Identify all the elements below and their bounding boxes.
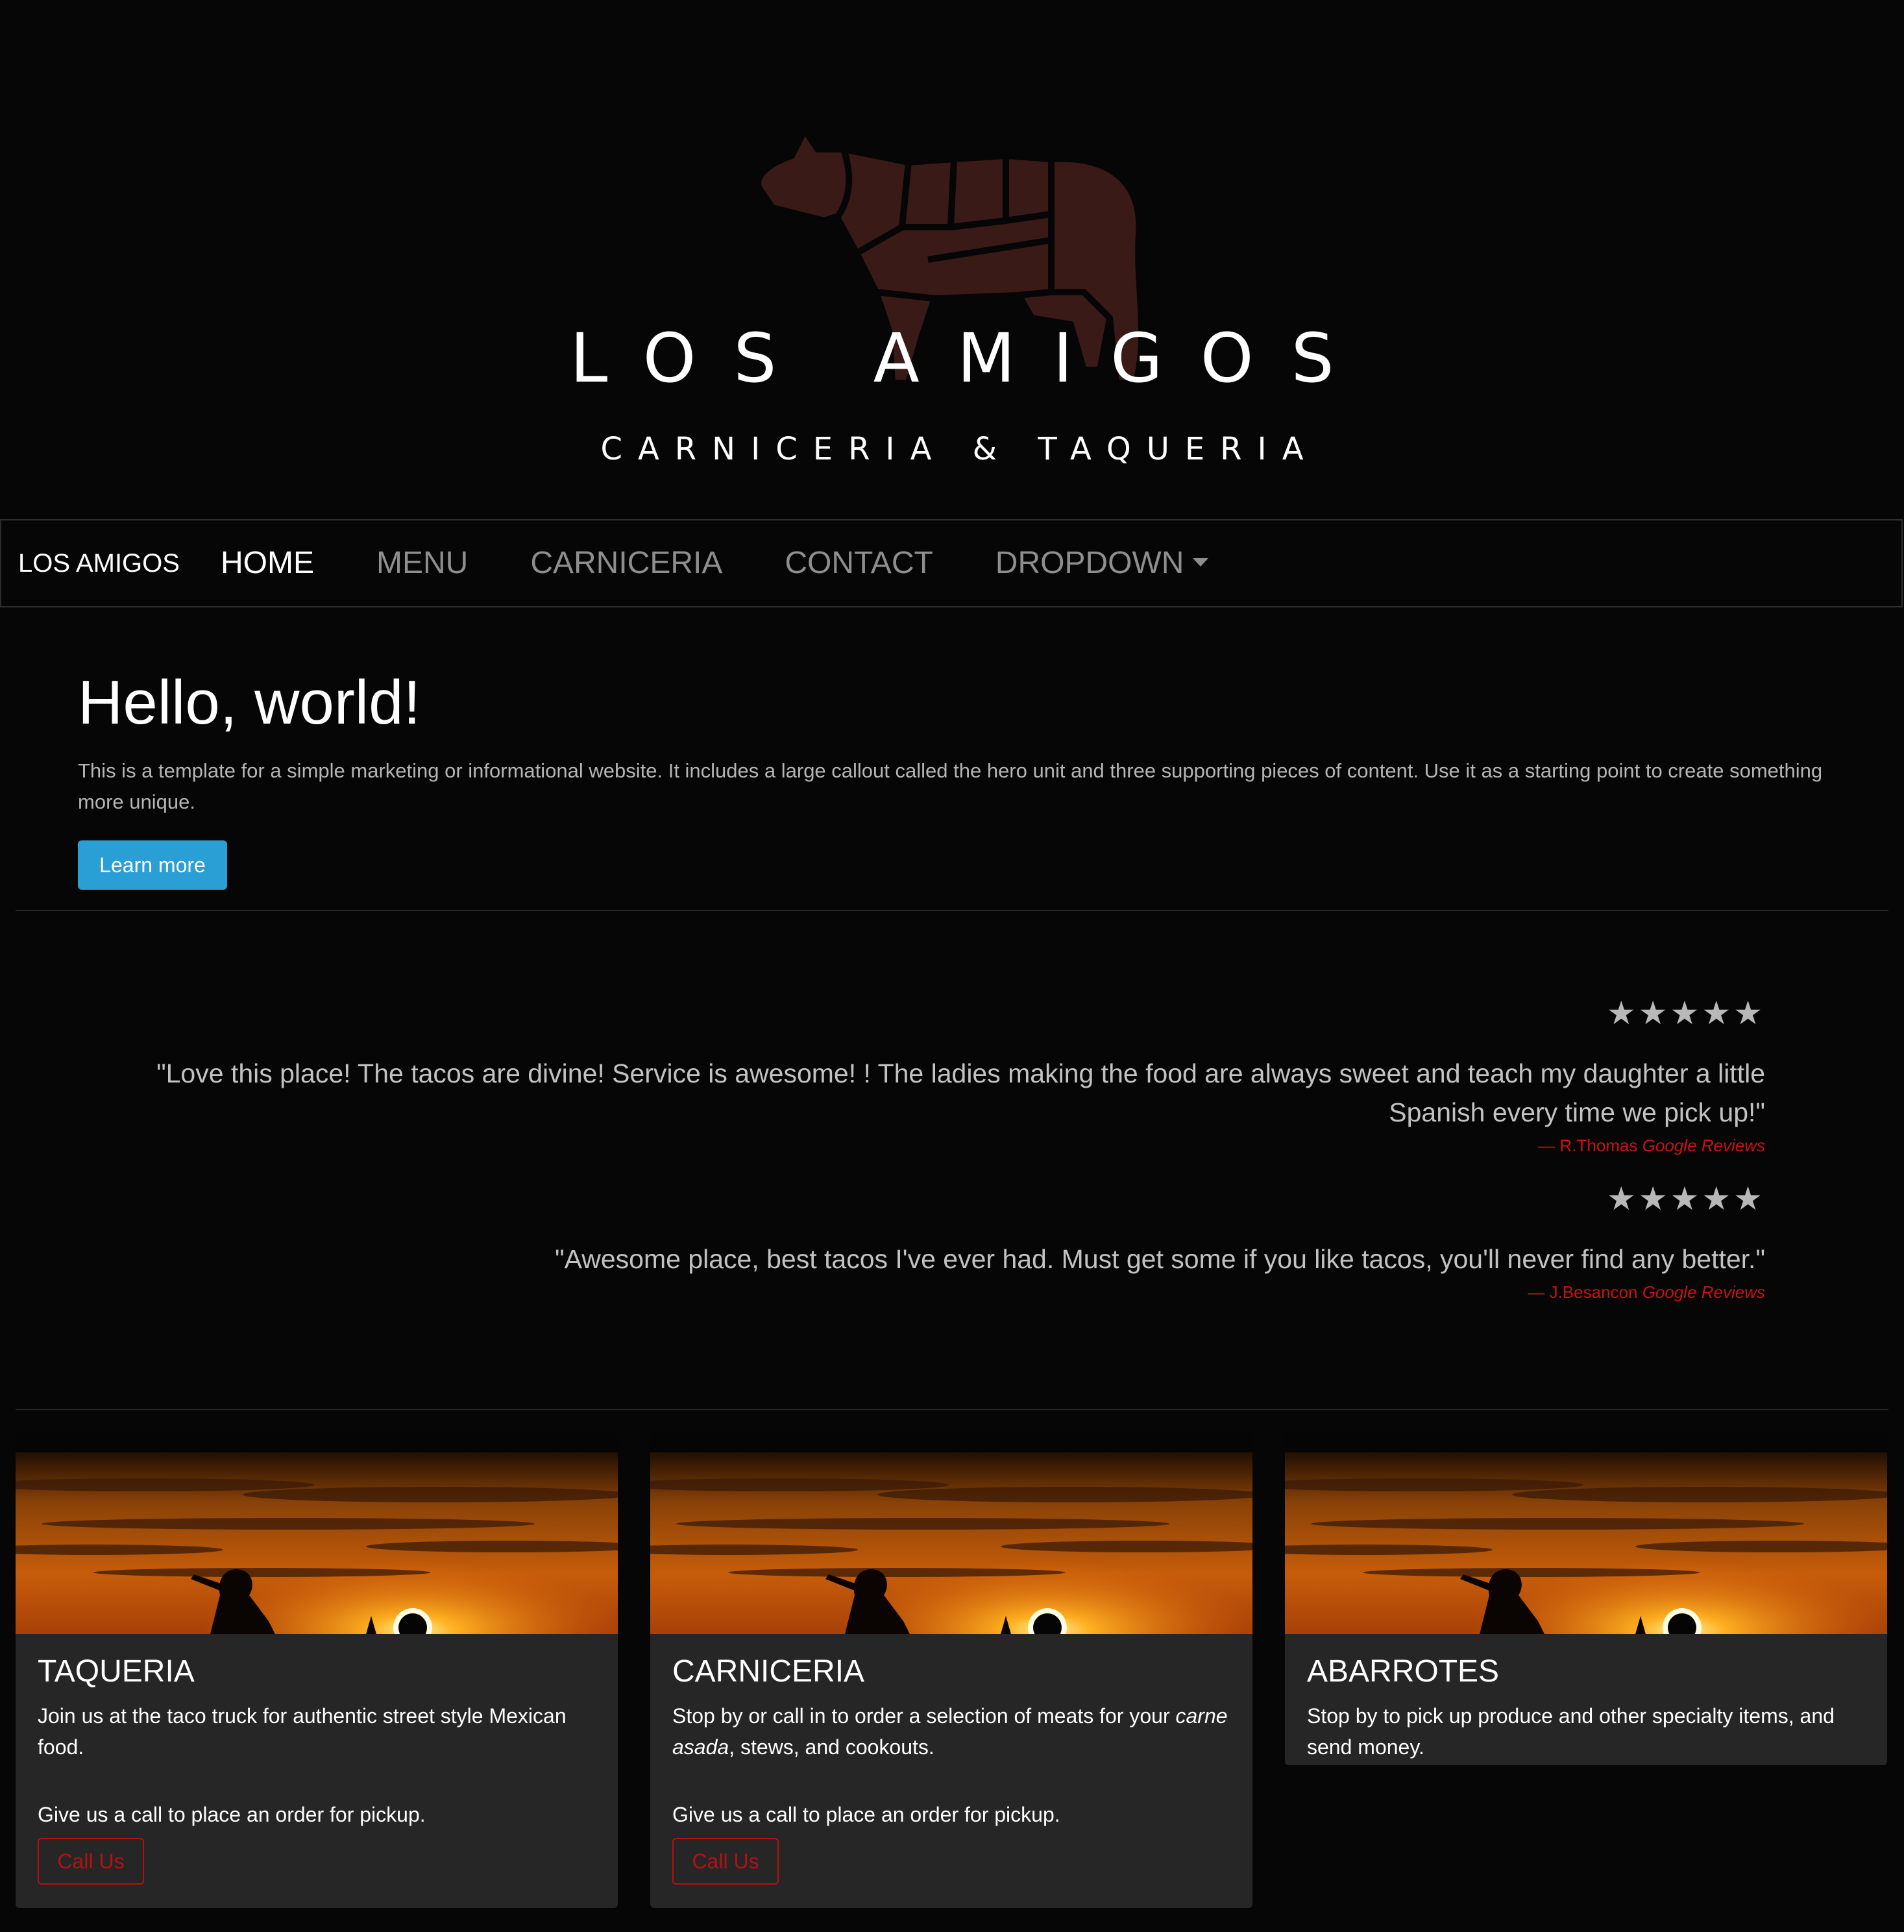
nav-item-dropdown[interactable]: DROPDOWN	[995, 520, 1209, 606]
card-text-part: Stop by or call in to order a selection …	[672, 1704, 1176, 1728]
navbar: LOS AMIGOS HOME MENU CARNICERIA CONTACT …	[0, 519, 1903, 607]
call-us-button[interactable]: Call Us	[672, 1838, 779, 1885]
call-us-button[interactable]: Call Us	[38, 1838, 144, 1885]
review-footer: — J.Besancon Google Reviews	[1528, 1282, 1765, 1302]
review-author: R.Thomas	[1559, 1136, 1638, 1155]
card-carniceria: CARNICERIA Stop by or call in to order a…	[650, 1433, 1252, 1908]
card-title: ABARROTES	[1307, 1654, 1500, 1689]
review-source: Google Reviews	[1642, 1136, 1765, 1155]
rating-stars: ★★★★★	[1606, 995, 1765, 1031]
review-quote: "Awesome place, best tacos I've ever had…	[555, 1244, 1765, 1274]
hero-title: Hello, world!	[78, 668, 421, 737]
card-text: Stop by or call in to order a selection …	[672, 1700, 1230, 1763]
divider	[16, 910, 1888, 911]
hero-text: This is a template for a simple marketin…	[78, 759, 1823, 813]
nav-items: HOME MENU CARNICERIA CONTACT DROPDOWN	[221, 520, 1271, 606]
learn-more-button[interactable]: Learn more	[78, 840, 227, 890]
brand-subtitle: CARNICERIA & TAQUERIA	[600, 431, 1319, 467]
card-text-part: , stews, and cookouts.	[729, 1735, 934, 1759]
card-text: Give us a call to place an order for pic…	[672, 1803, 1060, 1826]
nav-item-carniceria[interactable]: CARNICERIA	[530, 520, 722, 606]
nav-item-home[interactable]: HOME	[221, 520, 314, 606]
review-author: J.Besancon	[1549, 1282, 1638, 1302]
navbar-brand[interactable]: LOS AMIGOS	[18, 520, 180, 606]
review-source: Google Reviews	[1642, 1282, 1765, 1302]
page: LOS AMIGOS CARNICERIA & TAQUERIA LOS AMI…	[0, 0, 1904, 1932]
card-title: CARNICERIA	[672, 1654, 865, 1689]
card-text: Join us at the taco truck for authentic …	[38, 1704, 567, 1759]
site-header: LOS AMIGOS CARNICERIA & TAQUERIA	[0, 0, 1904, 519]
sunset-image	[1285, 1433, 1887, 1634]
nav-item-contact[interactable]: CONTACT	[785, 520, 933, 606]
divider	[16, 1409, 1888, 1410]
card-text: Give us a call to place an order for pic…	[38, 1803, 426, 1826]
rating-stars: ★★★★★	[1606, 1180, 1765, 1217]
card-text: Stop by to pick up produce and other spe…	[1307, 1704, 1835, 1759]
nav-item-menu[interactable]: MENU	[376, 520, 468, 606]
sunset-image	[16, 1433, 618, 1634]
caret-down-icon	[1193, 558, 1209, 567]
brand-title: LOS AMIGOS	[570, 319, 1372, 398]
nav-item-dropdown-label: DROPDOWN	[995, 546, 1184, 580]
card-title: TAQUERIA	[38, 1654, 195, 1689]
sunset-image	[650, 1433, 1252, 1634]
review-footer: — R.Thomas Google Reviews	[1538, 1136, 1765, 1155]
card-taqueria: TAQUERIA Join us at the taco truck for a…	[16, 1433, 618, 1908]
card-abarrotes: ABARROTES Stop by to pick up produce and…	[1285, 1433, 1887, 1765]
review-quote: "Love this place! The tacos are divine! …	[156, 1058, 1765, 1127]
